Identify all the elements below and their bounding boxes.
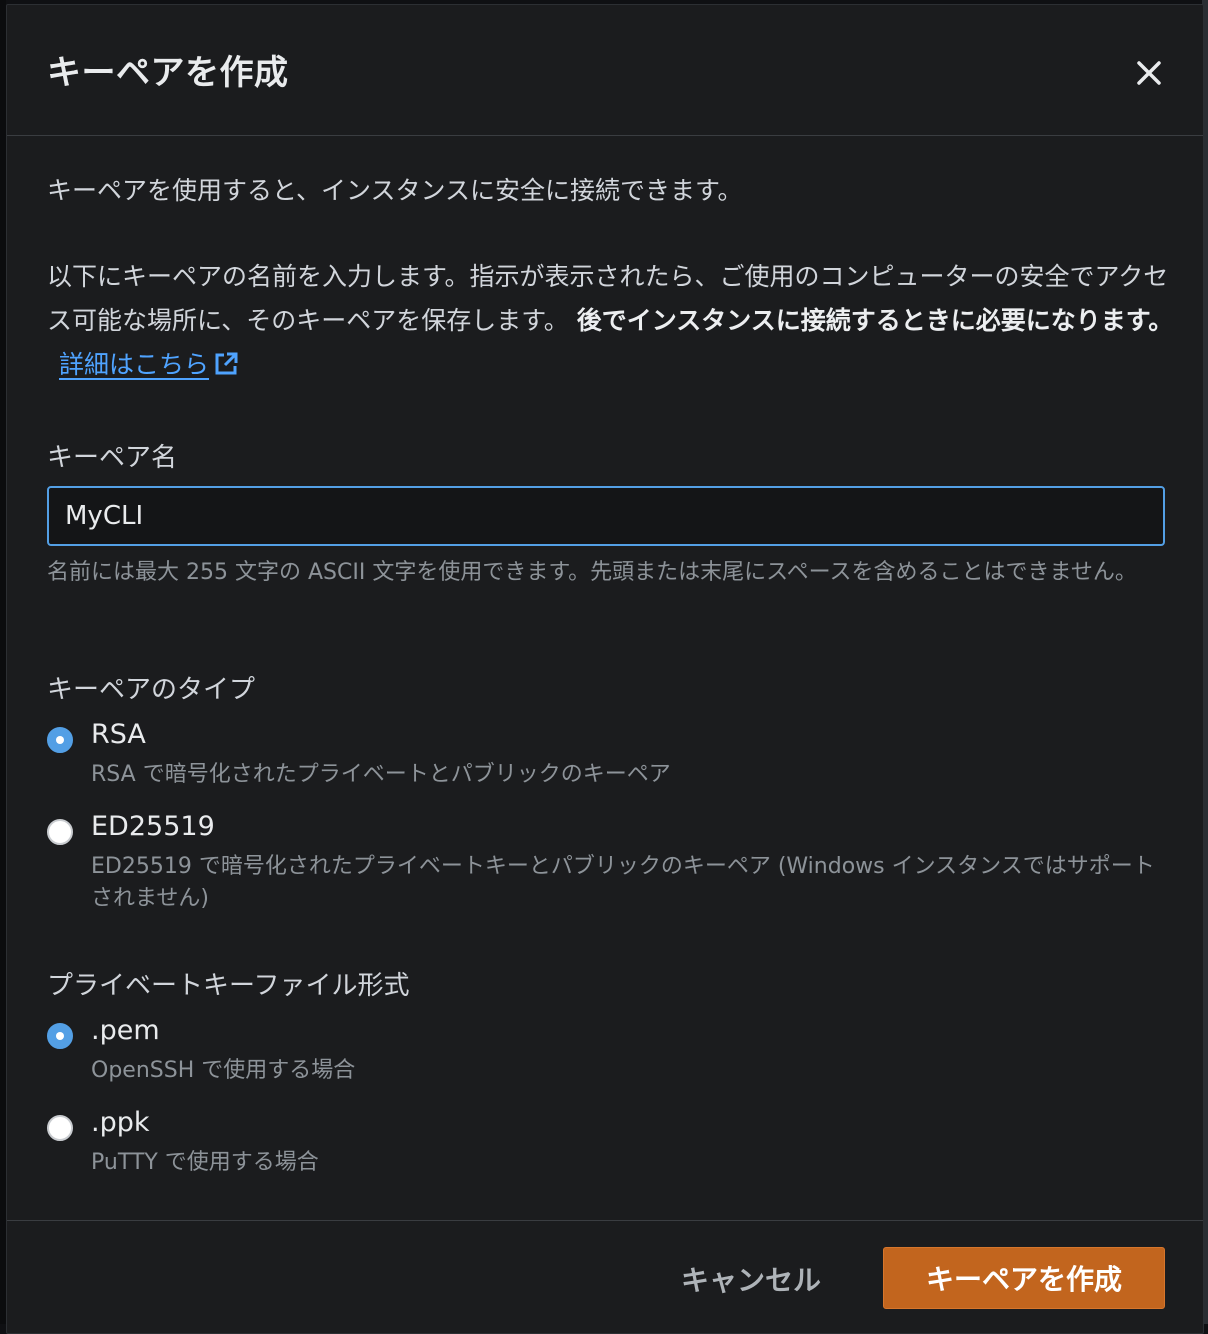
key-name-input[interactable]: [47, 486, 1165, 546]
dialog-header: キーペアを作成: [7, 5, 1203, 136]
external-link-icon: [215, 352, 238, 375]
file-format-label: プライベートキーファイル形式: [47, 971, 410, 1001]
create-key-pair-dialog: キーペアを作成 キーペアを使用すると、インスタンスに安全に接続できます。 以下に…: [6, 4, 1204, 1334]
radio-label-ppk: .ppk: [91, 1107, 150, 1138]
radio-label-ed25519: ED25519: [91, 811, 215, 842]
footer-divider: [7, 1220, 1203, 1221]
radio-button-rsa[interactable]: [47, 727, 73, 753]
radio-button-pem[interactable]: [47, 1023, 73, 1049]
description-text: 以下にキーペアの名前を入力します。指示が表示されたら、ご使用のコンピューターの安…: [47, 255, 1177, 387]
radio-button-ed25519[interactable]: [47, 819, 73, 845]
description-bold: 後でインスタンスに接続するときに必要になります。: [576, 306, 1174, 335]
radio-description-ed25519: ED25519 で暗号化されたプライベートキーとパブリックのキーペア (Wind…: [91, 854, 1155, 911]
key-name-label: キーペア名: [47, 443, 178, 473]
learn-more-link[interactable]: 詳細はこちら: [59, 350, 239, 379]
close-button[interactable]: [1129, 53, 1169, 93]
learn-more-label: 詳細はこちら: [59, 350, 210, 379]
radio-label-rsa: RSA: [91, 719, 146, 750]
radio-label-pem: .pem: [91, 1015, 160, 1046]
key-type-label: キーペアのタイプ: [47, 675, 256, 705]
key-name-hint: 名前には最大 255 文字の ASCII 文字を使用できます。先頭または末尾にス…: [47, 560, 1137, 585]
radio-button-ppk[interactable]: [47, 1115, 73, 1141]
radio-description-rsa: RSA で暗号化されたプライベートとパブリックのキーペア: [91, 762, 671, 787]
close-icon: [1137, 61, 1161, 85]
radio-description-pem: OpenSSH で使用する場合: [91, 1058, 356, 1083]
dialog-title: キーペアを作成: [47, 53, 289, 93]
cancel-button[interactable]: キャンセル: [671, 1249, 831, 1309]
radio-description-ppk: PuTTY で使用する場合: [91, 1150, 319, 1175]
create-key-pair-button[interactable]: キーペアを作成: [883, 1247, 1165, 1309]
intro-text: キーペアを使用すると、インスタンスに安全に接続できます。: [47, 176, 743, 205]
